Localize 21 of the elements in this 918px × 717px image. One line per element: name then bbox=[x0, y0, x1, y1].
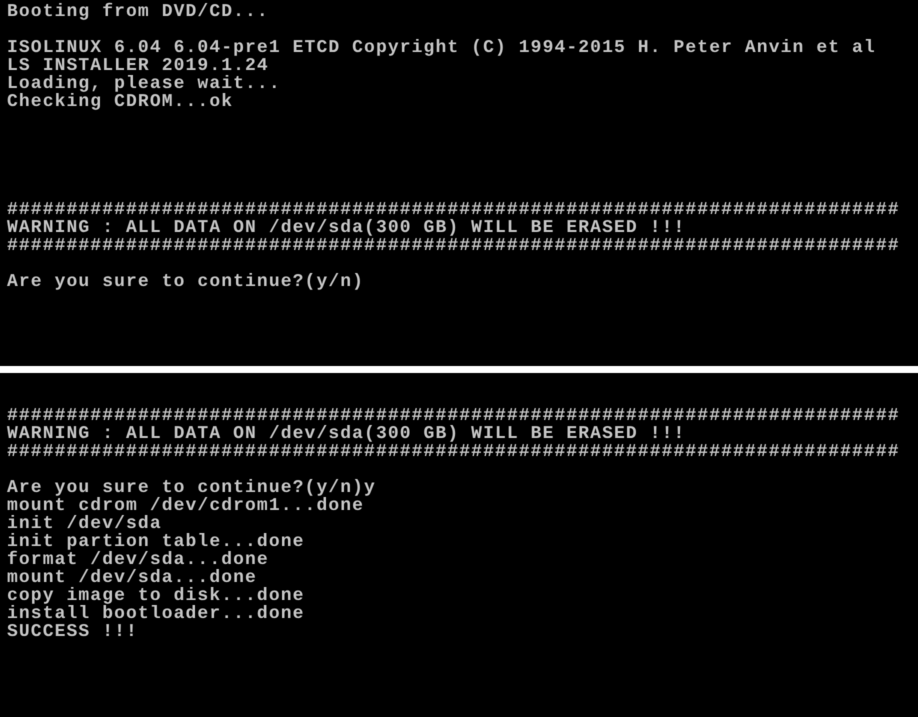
terminal-line: init partion table...done bbox=[7, 533, 305, 551]
terminal-line: Booting from DVD/CD... bbox=[7, 3, 269, 21]
terminal-line: ISOLINUX 6.04 6.04-pre1 ETCD Copyright (C) 1994-2015 H. Peter Anvin et al bbox=[7, 39, 876, 57]
terminal-line: Checking CDROM...ok bbox=[7, 93, 234, 111]
terminal-line: Loading, please wait... bbox=[7, 75, 281, 93]
terminal-line: copy image to disk...done bbox=[7, 587, 305, 605]
terminal-line: format /dev/sda...done bbox=[7, 551, 269, 569]
terminal-line: init /dev/sda bbox=[7, 515, 162, 533]
terminal-line: ########################################################################### bbox=[7, 407, 900, 425]
terminal-line: Are you sure to continue?(y/n)y bbox=[7, 479, 376, 497]
terminal-line: mount cdrom /dev/cdrom1...done bbox=[7, 497, 364, 515]
terminal-line: WARNING : ALL DATA ON /dev/sda(300 GB) WILL BE ERASED !!! bbox=[7, 219, 686, 237]
terminal-line: install bootloader...done bbox=[7, 605, 305, 623]
terminal-line: ########################################################################### bbox=[7, 237, 900, 255]
terminal-line: ########################################################################### bbox=[7, 201, 900, 219]
terminal-line: SUCCESS !!! bbox=[7, 623, 138, 641]
terminal-line: mount /dev/sda...done bbox=[7, 569, 257, 587]
terminal-line: LS INSTALLER 2019.1.24 bbox=[7, 57, 269, 75]
terminal-line: WARNING : ALL DATA ON /dev/sda(300 GB) WILL BE ERASED !!! bbox=[7, 425, 686, 443]
terminal-line: Are you sure to continue?(y/n) bbox=[7, 273, 364, 291]
terminal-line: ########################################################################### bbox=[7, 443, 900, 461]
